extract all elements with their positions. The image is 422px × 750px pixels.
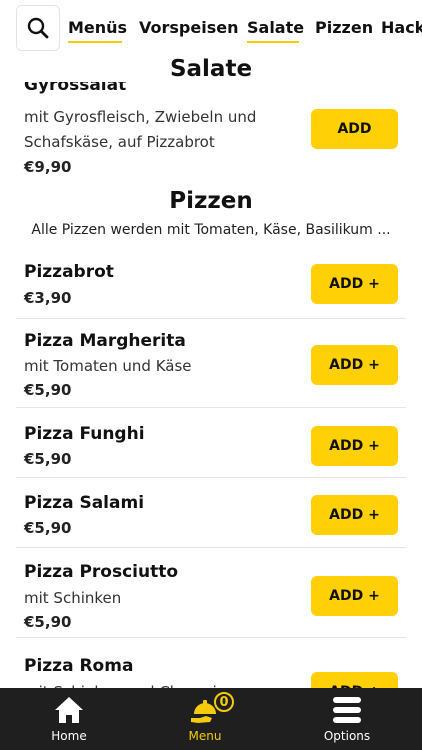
tab-label: Pizzen: [315, 18, 374, 37]
nav-options[interactable]: Options: [297, 688, 397, 750]
tab-menus[interactable]: Menüs: [68, 18, 128, 43]
item-price: €9,90: [24, 158, 72, 176]
menu-item-pizza-salami[interactable]: Pizza Salami €5,90 ADD +: [16, 478, 406, 548]
item-price: €3,90: [24, 289, 72, 307]
add-button[interactable]: ADD +: [311, 264, 398, 304]
item-description: Schafskäse, auf Pizzabrot: [24, 133, 215, 151]
section-description: Alle Pizzen werden mit Tomaten, Käse, Ba…: [31, 222, 391, 238]
tab-pizzen[interactable]: Pizzen: [315, 18, 373, 37]
search-icon: [27, 17, 49, 39]
menu-item-pizza-prosciutto[interactable]: Pizza Prosciutto mit Schinken €5,90 ADD …: [16, 548, 406, 638]
menu-item-pizzabrot[interactable]: Pizzabrot €3,90 ADD +: [16, 248, 406, 319]
home-icon: [55, 697, 83, 723]
item-description: mit Schinken: [24, 589, 122, 607]
tab-salate[interactable]: Salate: [247, 18, 305, 43]
section-title-salate: Salate: [169, 56, 253, 82]
section-title-pizzen: Pizzen: [169, 188, 253, 214]
menu-list[interactable]: Salate Gyrossalat mit Gyrosfleisch, Zwie…: [0, 52, 422, 688]
item-name: Gyrossalat: [24, 82, 127, 95]
item-description: mit Tomaten und Käse: [24, 357, 192, 375]
search-button[interactable]: [16, 5, 60, 51]
nav-label: Menu: [188, 729, 222, 743]
item-description: mit Gyrosfleisch, Zwiebeln und: [24, 108, 257, 126]
nav-menu[interactable]: 0 Menu: [155, 688, 255, 750]
hamburger-icon: [333, 697, 361, 723]
category-tabs: Menüs Vorspeisen Salate Pizzen Hack: [68, 0, 422, 58]
item-name: Pizza Margherita: [24, 331, 186, 351]
add-button[interactable]: ADD +: [311, 345, 398, 385]
add-button[interactable]: ADD +: [311, 495, 398, 535]
item-price: €5,90: [24, 613, 72, 631]
menu-item-pizza-funghi[interactable]: Pizza Funghi €5,90 ADD +: [16, 408, 406, 478]
add-button[interactable]: ADD +: [311, 576, 398, 616]
nav-label: Home: [51, 729, 87, 743]
active-underline: [247, 41, 299, 43]
add-button[interactable]: ADD: [311, 109, 398, 149]
item-price: €5,90: [24, 450, 72, 468]
tab-vorspeisen[interactable]: Vorspeisen: [139, 18, 238, 37]
item-price: €5,90: [24, 519, 72, 537]
item-description: mit Schinken und Champignons: [24, 680, 262, 688]
menu-item-gyrossalat[interactable]: Gyrossalat mit Gyrosfleisch, Zwiebeln un…: [16, 82, 406, 184]
category-bar: Menüs Vorspeisen Salate Pizzen Hack: [0, 0, 422, 58]
item-name: Pizza Prosciutto: [24, 562, 179, 582]
cart-badge: 0: [214, 692, 234, 712]
nav-home[interactable]: Home: [19, 688, 119, 750]
add-button[interactable]: ADD +: [311, 672, 398, 688]
tab-label: Menüs: [68, 18, 128, 37]
tab-label: Hack: [381, 18, 422, 37]
tab-label: Vorspeisen: [139, 18, 239, 37]
tab-label: Salate: [247, 18, 305, 37]
active-underline: [68, 41, 122, 43]
menu-item-pizza-margherita[interactable]: Pizza Margherita mit Tomaten und Käse €5…: [16, 319, 406, 408]
item-name: Pizza Funghi: [24, 424, 145, 444]
menu-item-pizza-roma[interactable]: Pizza Roma mit Schinken und Champignons …: [16, 638, 406, 688]
item-name: Pizza Salami: [24, 493, 145, 513]
nav-label: Options: [323, 729, 371, 743]
tab-hack[interactable]: Hack: [381, 18, 422, 37]
bottom-nav: Home 0 Menu Options: [0, 688, 422, 750]
add-button[interactable]: ADD +: [311, 426, 398, 466]
item-price: €5,90: [24, 381, 72, 399]
item-name: Pizzabrot: [24, 262, 114, 282]
item-name: Pizza Roma: [24, 656, 134, 676]
